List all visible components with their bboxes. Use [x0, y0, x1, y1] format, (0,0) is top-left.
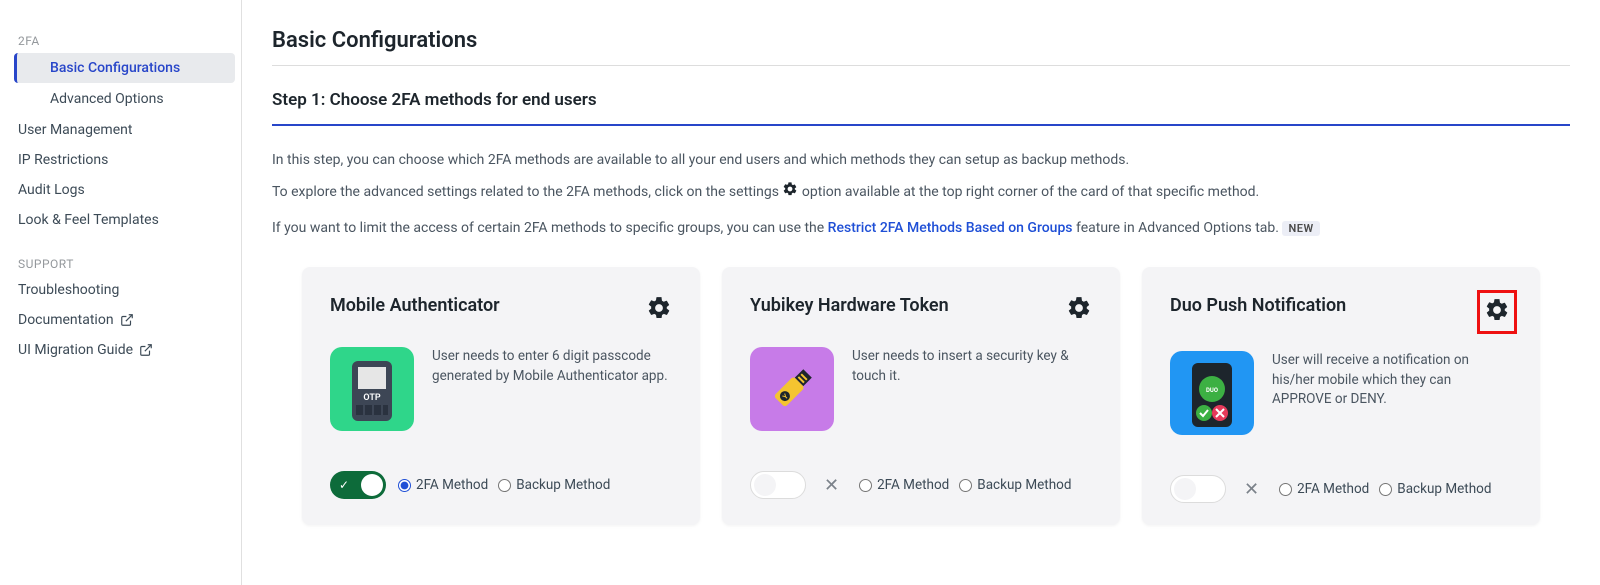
step-title: Step 1: Choose 2FA methods for end users [272, 90, 1570, 126]
method-icon: Y [750, 347, 834, 431]
enable-toggle[interactable] [1170, 475, 1226, 503]
card-description: User needs to enter 6 digit passcode gen… [432, 347, 672, 431]
card-title: Mobile Authenticator [330, 295, 500, 316]
method-card: Mobile Authenticator OTP User needs to ent… [302, 267, 700, 525]
card-description: User needs to insert a security key & to… [852, 347, 1092, 431]
radio-label: 2FA Method [416, 477, 488, 493]
card-title: Duo Push Notification [1170, 295, 1346, 316]
gear-icon [1484, 308, 1510, 327]
check-icon: ✓ [339, 478, 349, 492]
radio-2fa-method[interactable]: 2FA Method [1279, 481, 1369, 497]
enable-toggle[interactable]: ✓ [330, 471, 386, 499]
gear-icon [782, 181, 798, 204]
sidebar-item-label: Documentation [18, 312, 114, 328]
card-title: Yubikey Hardware Token [750, 295, 949, 316]
card-settings-button[interactable] [646, 295, 672, 325]
radio-label: 2FA Method [1297, 481, 1369, 497]
description-line-2: To explore the advanced settings related… [272, 181, 1570, 204]
card-settings-button[interactable] [1482, 295, 1512, 329]
sidebar-item-basic-config[interactable]: Basic Configurations [14, 53, 235, 83]
card-description: User will receive a notification on his/… [1272, 351, 1512, 435]
radio-label: Backup Method [516, 477, 610, 493]
radio-label: Backup Method [1397, 481, 1491, 497]
restrict-groups-link[interactable]: Restrict 2FA Methods Based on Groups [828, 220, 1073, 236]
new-badge: NEW [1282, 221, 1319, 236]
radio-label: 2FA Method [877, 477, 949, 493]
close-icon: ✕ [1244, 479, 1259, 500]
sidebar-item-docs[interactable]: Documentation [0, 305, 241, 335]
method-card: Duo Push Notification DUO User will receiv… [1142, 267, 1540, 525]
description-line-3: If you want to limit the access of certa… [272, 218, 1570, 239]
external-link-icon [120, 313, 134, 327]
method-icon: DUO [1170, 351, 1254, 435]
main-content: Basic Configurations Step 1: Choose 2FA … [242, 0, 1600, 585]
sidebar-item-migration[interactable]: UI Migration Guide [0, 335, 241, 365]
sidebar-section-2fa: 2FA [0, 30, 241, 52]
radio-2fa-method[interactable]: 2FA Method [859, 477, 949, 493]
sidebar-item-advanced[interactable]: Advanced Options [14, 84, 235, 114]
sidebar-item-troubleshoot[interactable]: Troubleshooting [0, 275, 241, 305]
svg-text:OTP: OTP [363, 393, 380, 403]
radio-label: Backup Method [977, 477, 1071, 493]
close-icon: ✕ [824, 475, 839, 496]
radio-backup-method[interactable]: Backup Method [1379, 481, 1491, 497]
enable-toggle[interactable] [750, 471, 806, 499]
sidebar-section-support: SUPPORT [0, 253, 241, 275]
radio-backup-method[interactable]: Backup Method [959, 477, 1071, 493]
gear-icon [1066, 306, 1092, 325]
method-icon: OTP [330, 347, 414, 431]
radio-2fa-method[interactable]: 2FA Method [398, 477, 488, 493]
page-title: Basic Configurations [272, 28, 1570, 66]
sidebar-item-audit[interactable]: Audit Logs [0, 175, 241, 205]
radio-backup-method[interactable]: Backup Method [498, 477, 610, 493]
sidebar: 2FA Basic Configurations Advanced Option… [0, 0, 242, 585]
sidebar-item-user-mgmt[interactable]: User Management [0, 115, 241, 145]
gear-icon [646, 306, 672, 325]
method-cards: Mobile Authenticator OTP User needs to ent… [272, 267, 1570, 525]
sidebar-item-label: UI Migration Guide [18, 342, 133, 358]
external-link-icon [139, 343, 153, 357]
svg-text:DUO: DUO [1206, 387, 1218, 394]
description-line-1: In this step, you can choose which 2FA m… [272, 150, 1570, 171]
sidebar-item-ip-restrict[interactable]: IP Restrictions [0, 145, 241, 175]
card-settings-button[interactable] [1066, 295, 1092, 325]
sidebar-item-lookfeel[interactable]: Look & Feel Templates [0, 205, 241, 235]
method-card: Yubikey Hardware Token YUser needs to ins… [722, 267, 1120, 525]
